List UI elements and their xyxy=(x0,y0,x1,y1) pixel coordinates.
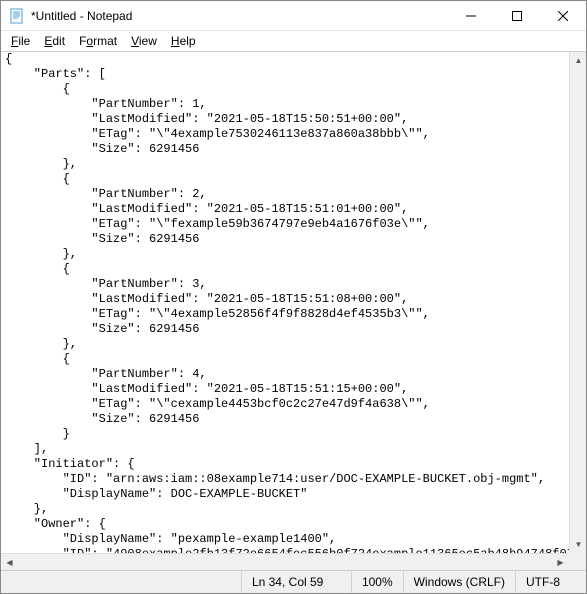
scroll-down-icon[interactable]: ▼ xyxy=(570,536,586,553)
status-bar: Ln 34, Col 59 100% Windows (CRLF) UTF-8 xyxy=(1,570,586,593)
status-zoom: 100% xyxy=(352,571,404,593)
minimize-button[interactable] xyxy=(448,1,494,30)
menu-edit[interactable]: Edit xyxy=(38,33,71,49)
notepad-icon xyxy=(9,8,25,24)
menu-bar: File Edit Format View Help xyxy=(1,31,586,51)
menu-edit-rest: dit xyxy=(52,34,65,48)
window-buttons xyxy=(448,1,586,30)
vertical-scrollbar[interactable]: ▲ ▼ xyxy=(569,52,586,553)
menu-view-rest: iew xyxy=(139,34,157,48)
window-title: *Untitled - Notepad xyxy=(31,9,448,23)
horizontal-scrollbar[interactable]: ◀ ▶ xyxy=(1,553,569,570)
menu-file-rest: ile xyxy=(18,34,30,48)
text-editor[interactable]: { "Parts": [ { "PartNumber": 1, "LastMod… xyxy=(1,51,586,570)
editor-content[interactable]: { "Parts": [ { "PartNumber": 1, "LastMod… xyxy=(1,52,586,570)
menu-file[interactable]: File xyxy=(5,33,36,49)
maximize-button[interactable] xyxy=(494,1,540,30)
scroll-left-icon[interactable]: ◀ xyxy=(1,554,18,570)
menu-format[interactable]: Format xyxy=(73,33,123,49)
horizontal-scroll-track[interactable] xyxy=(18,554,552,570)
menu-view[interactable]: View xyxy=(125,33,163,49)
menu-help[interactable]: Help xyxy=(165,33,202,49)
scroll-up-icon[interactable]: ▲ xyxy=(570,52,586,69)
status-spacer xyxy=(1,571,242,593)
menu-format-rest: rmat xyxy=(93,34,117,48)
scroll-right-icon[interactable]: ▶ xyxy=(552,554,569,570)
title-bar: *Untitled - Notepad xyxy=(1,1,586,31)
menu-help-rest: elp xyxy=(180,34,196,48)
scrollbar-corner xyxy=(569,553,586,570)
status-position: Ln 34, Col 59 xyxy=(242,571,352,593)
vertical-scroll-track[interactable] xyxy=(570,69,586,536)
status-encoding: UTF-8 xyxy=(516,571,586,593)
close-button[interactable] xyxy=(540,1,586,30)
status-line-endings: Windows (CRLF) xyxy=(404,571,516,593)
